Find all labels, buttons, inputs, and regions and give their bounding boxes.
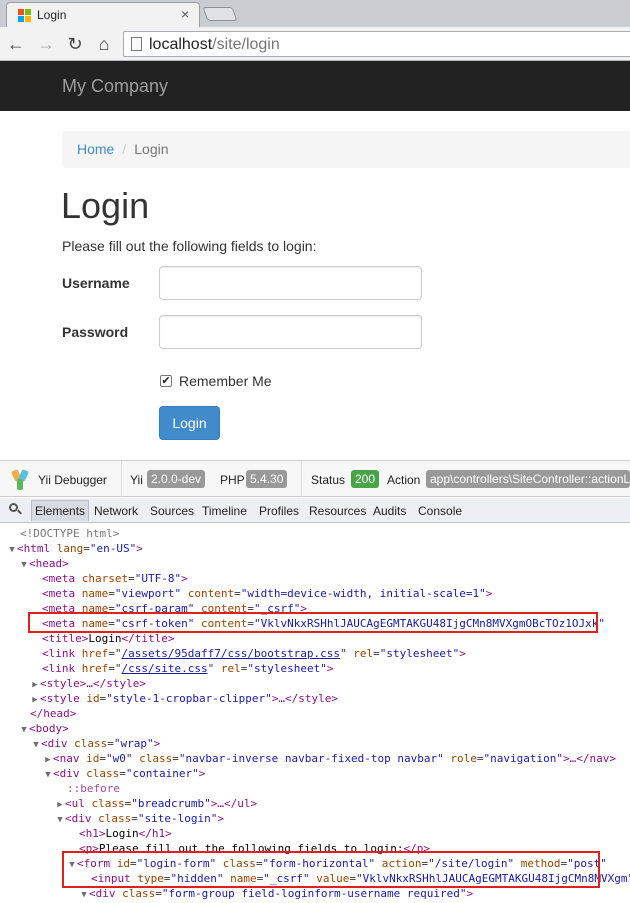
dom-node[interactable]: <meta charset="UTF-8"> bbox=[42, 571, 188, 586]
highlight-box bbox=[62, 851, 600, 888]
page-title: Login bbox=[61, 185, 150, 226]
breadcrumb-separator: / bbox=[122, 141, 127, 157]
remember-me-checkbox[interactable]: ✔ bbox=[160, 375, 172, 387]
tab-audits[interactable]: Audits bbox=[373, 504, 406, 518]
tab-network[interactable]: Network bbox=[94, 504, 138, 518]
breadcrumb: Home / Login bbox=[62, 131, 630, 168]
highlight-box bbox=[28, 612, 598, 633]
site-navbar: My Company bbox=[0, 61, 630, 111]
expand-triangle-icon[interactable]: ▼ bbox=[19, 558, 29, 573]
dom-node[interactable]: <link href="/assets/95daff7/css/bootstra… bbox=[42, 646, 466, 661]
yii-debugger-title[interactable]: Yii Debugger bbox=[38, 473, 107, 487]
close-icon[interactable]: × bbox=[181, 6, 189, 22]
password-input[interactable] bbox=[159, 315, 422, 349]
browser-toolbar: ← → ↻ ⌂ localhost/site/login bbox=[0, 27, 630, 61]
username-input[interactable] bbox=[159, 266, 422, 300]
username-label: Username bbox=[62, 275, 130, 291]
url-path: /site/login bbox=[212, 36, 280, 53]
expand-triangle-icon[interactable]: ▼ bbox=[43, 768, 53, 783]
expand-triangle-icon[interactable]: ▼ bbox=[7, 543, 17, 558]
yii-version-badge[interactable]: 2.0.0-dev bbox=[147, 470, 206, 488]
expand-triangle-icon[interactable]: ▼ bbox=[19, 723, 29, 738]
remember-me-label[interactable]: Remember Me bbox=[179, 373, 272, 389]
forward-arrow-icon[interactable]: → bbox=[35, 33, 57, 55]
tab-resources[interactable]: Resources bbox=[309, 504, 366, 518]
dom-node[interactable]: ▼ <div class="container"> bbox=[43, 766, 205, 781]
dom-node[interactable]: ::before bbox=[67, 781, 120, 796]
new-tab-button[interactable] bbox=[202, 7, 238, 21]
dom-node[interactable]: </head> bbox=[30, 706, 76, 721]
divider bbox=[121, 461, 122, 497]
dom-node[interactable]: ▶ <style id="style-1-cropbar-clipper">…</… bbox=[30, 691, 338, 706]
browser-tabbar: Login × bbox=[0, 0, 630, 27]
tab-timeline[interactable]: Timeline bbox=[202, 504, 247, 518]
php-version-badge[interactable]: 5.4.30 bbox=[246, 470, 288, 488]
dom-node[interactable]: <!DOCTYPE html> bbox=[20, 526, 119, 541]
yii-logo-icon bbox=[10, 469, 30, 490]
tab-sources[interactable]: Sources bbox=[150, 504, 194, 518]
favicon-icon bbox=[18, 9, 31, 22]
action-label: Action bbox=[387, 473, 421, 487]
tab-profiles[interactable]: Profiles bbox=[259, 504, 299, 518]
breadcrumb-home-link[interactable]: Home bbox=[77, 141, 114, 157]
dom-node[interactable]: ▼ <body> bbox=[19, 721, 68, 738]
expand-triangle-icon[interactable]: ▼ bbox=[55, 813, 65, 828]
tab-title: Login bbox=[37, 8, 67, 22]
tab-console[interactable]: Console bbox=[418, 504, 462, 518]
address-bar[interactable]: localhost/site/login bbox=[123, 31, 630, 57]
dom-node[interactable]: ▶ <style>…</style> bbox=[30, 676, 146, 691]
back-arrow-icon[interactable]: ← bbox=[5, 33, 27, 55]
dom-node[interactable]: ▼ <head> bbox=[19, 556, 68, 573]
dom-node[interactable]: <link href="/css/site.css" rel="styleshe… bbox=[42, 661, 333, 676]
password-label: Password bbox=[62, 324, 129, 340]
page-icon bbox=[131, 37, 142, 51]
expand-triangle-icon[interactable]: ▼ bbox=[31, 738, 41, 753]
dom-node[interactable]: <meta name="viewport" content="width=dev… bbox=[42, 586, 492, 601]
php-label: PHP bbox=[220, 473, 245, 487]
home-icon[interactable]: ⌂ bbox=[93, 33, 115, 55]
dom-node[interactable]: <h1>Login</h1> bbox=[79, 826, 172, 841]
page-intro: Please fill out the following fields to … bbox=[62, 238, 317, 254]
action-badge[interactable]: app\controllers\SiteController::actionLo… bbox=[426, 470, 630, 488]
address-url: localhost/site/login bbox=[149, 36, 280, 54]
dom-node[interactable]: <title>Login</title> bbox=[42, 631, 174, 646]
browser-tab-login[interactable]: Login × bbox=[6, 2, 200, 27]
status-code-badge[interactable]: 200 bbox=[351, 470, 380, 488]
tab-elements[interactable]: Elements bbox=[31, 500, 90, 521]
search-icon[interactable] bbox=[9, 503, 22, 515]
dom-node[interactable]: ▼ <html lang="en-US"> bbox=[7, 541, 143, 556]
dom-node[interactable]: ▼ <div class="site-login"> bbox=[55, 811, 224, 826]
dom-node[interactable]: ▼ <div class="wrap"> bbox=[31, 736, 160, 751]
dom-node[interactable]: ▶ <ul class="breadcrumb">…</ul> bbox=[55, 796, 257, 811]
breadcrumb-active: Login bbox=[134, 141, 169, 157]
reload-icon[interactable]: ↻ bbox=[64, 33, 86, 55]
login-button[interactable]: Login bbox=[159, 406, 220, 440]
divider bbox=[301, 461, 302, 497]
brand-link[interactable]: My Company bbox=[62, 76, 168, 97]
dom-node[interactable]: ▼ <div class="form-group field-loginform-… bbox=[79, 886, 473, 901]
dom-node[interactable]: ▶ <nav id="w0" class="navbar-inverse navb… bbox=[43, 751, 616, 766]
status-label: Status bbox=[311, 473, 346, 487]
expand-triangle-icon[interactable]: ▼ bbox=[79, 888, 89, 903]
yii-debug-toolbar: Yii Debugger Yii 2.0.0-dev PHP 5.4.30 St… bbox=[0, 460, 630, 497]
elements-tree[interactable]: <!DOCTYPE html> ▼ <html lang="en-US"> ▼ <h… bbox=[0, 524, 630, 903]
devtools-tabbar: Elements Network Sources Timeline Profil… bbox=[0, 498, 630, 523]
yii-label: Yii bbox=[130, 473, 143, 487]
url-host: localhost bbox=[149, 36, 213, 53]
